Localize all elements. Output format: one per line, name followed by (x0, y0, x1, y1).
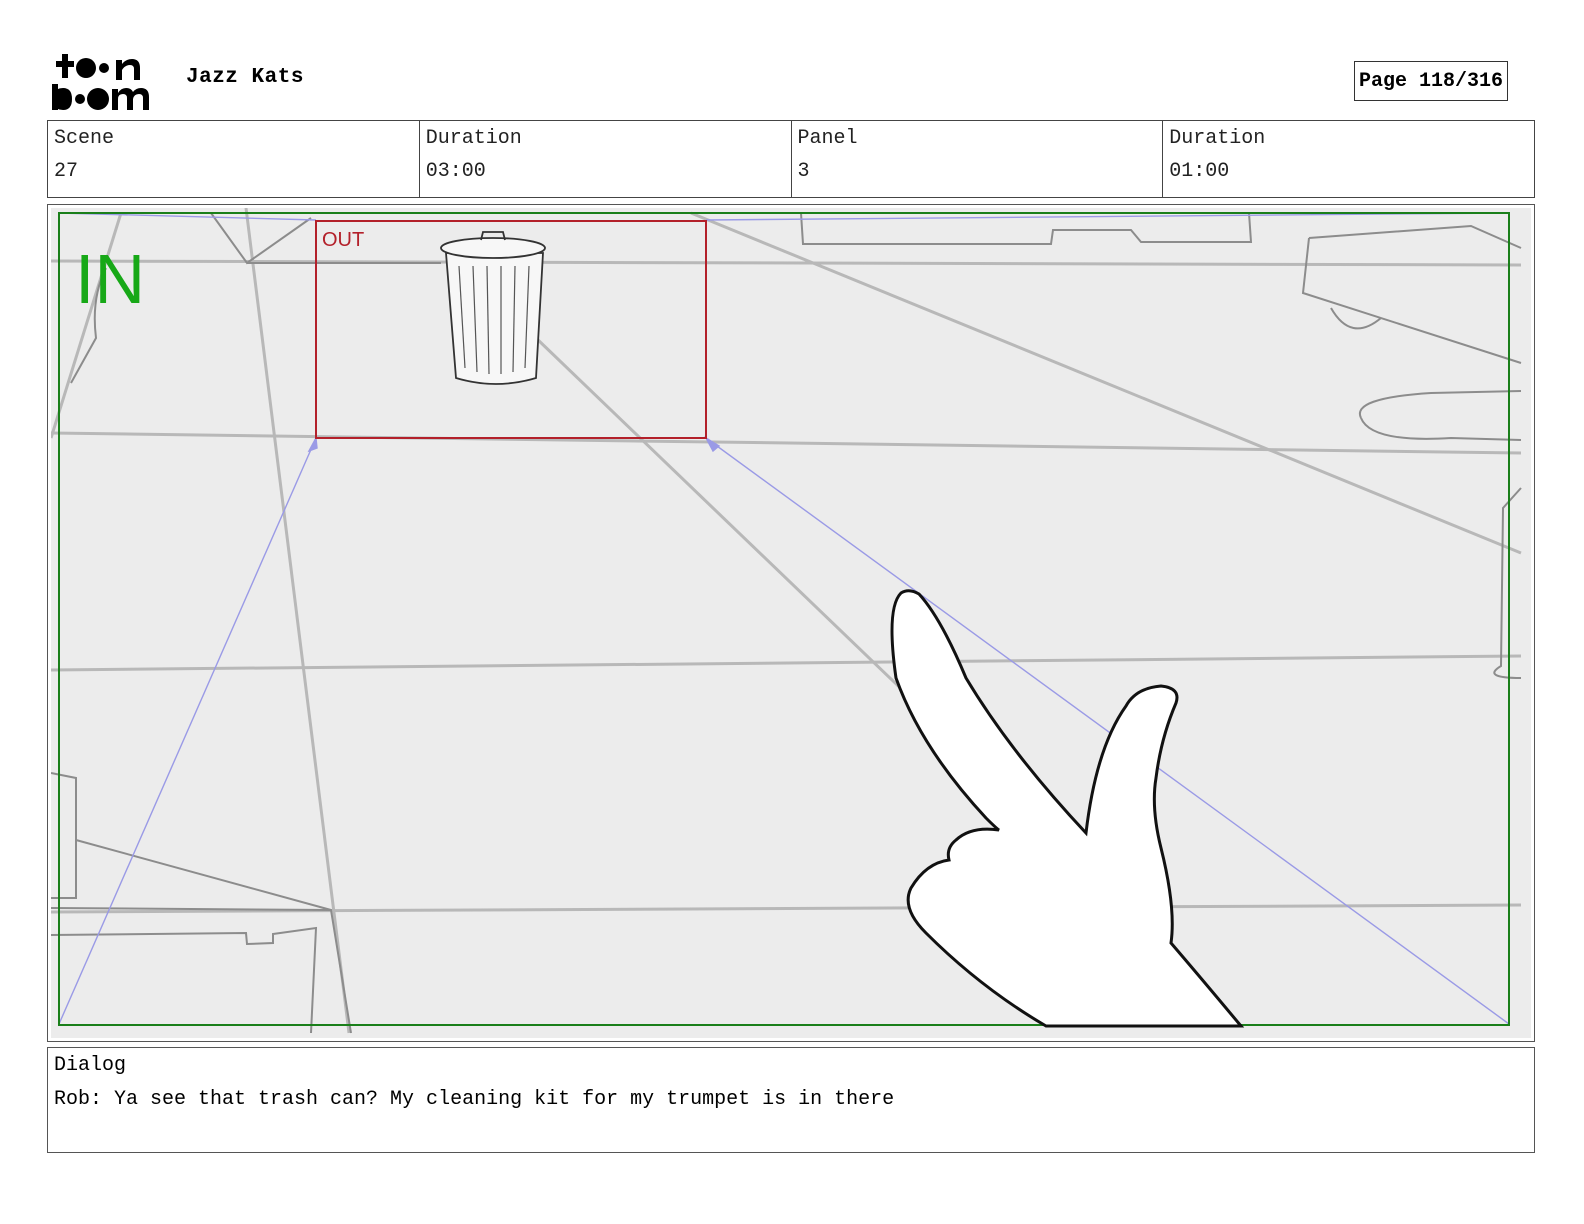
scene-duration-value: 03:00 (425, 160, 486, 183)
panel-label: Panel (797, 127, 858, 150)
scene-cell: Scene 27 (48, 121, 420, 197)
scene-duration-label: Duration (425, 127, 522, 150)
panel-drawing: IN OUT (51, 208, 1531, 1038)
in-frame-label: IN (75, 240, 145, 318)
dialog-text: Rob: Ya see that trash can? My cleaning … (54, 1088, 895, 1111)
panel-value: 3 (797, 160, 810, 183)
panel-cell: Panel 3 (792, 121, 1164, 197)
panel-background (51, 208, 1531, 1038)
scene-label: Scene (54, 127, 115, 150)
panel-duration-cell: Duration 01:00 (1163, 121, 1534, 197)
panel-duration-value: 01:00 (1169, 160, 1230, 183)
scene-info-row: Scene 27 Duration 03:00 Panel 3 Duration… (47, 120, 1535, 198)
dialog-label: Dialog (54, 1054, 127, 1077)
scene-value: 27 (54, 160, 79, 183)
project-title: Jazz Kats (186, 66, 304, 89)
out-frame-label: OUT (322, 229, 364, 251)
storyboard-panel: IN OUT (47, 204, 1535, 1042)
scene-duration-cell: Duration 03:00 (420, 121, 792, 197)
trash-can-drawing (440, 231, 546, 385)
dialog-box: Dialog Rob: Ya see that trash can? My cl… (47, 1047, 1535, 1153)
panel-duration-label: Duration (1169, 127, 1266, 150)
page-indicator: Page 118/316 (1354, 61, 1508, 101)
toonboom-logo (50, 50, 165, 112)
